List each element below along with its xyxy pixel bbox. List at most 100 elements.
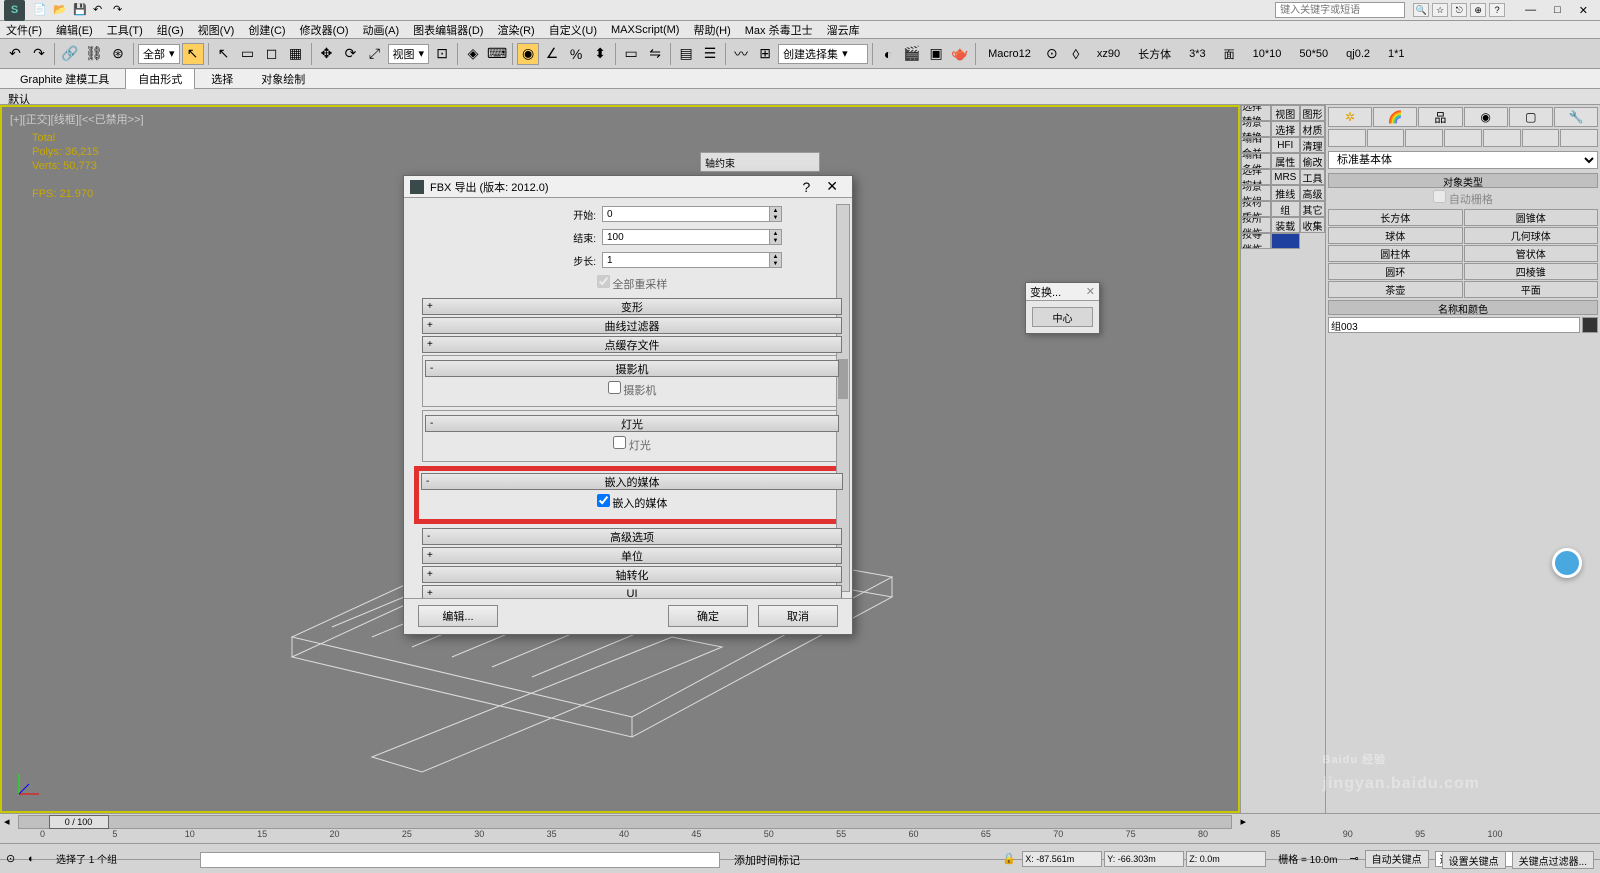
tab-selection[interactable]: 选择 (199, 69, 245, 89)
setkey-button[interactable]: 设置关键点 (1442, 851, 1506, 869)
sub-geometry-icon[interactable] (1328, 129, 1366, 147)
rect-select-icon[interactable]: ◻ (261, 43, 283, 65)
50x50-button[interactable]: 50*50 (1291, 44, 1336, 64)
time-slider[interactable]: ◂ 0 / 100 ▸ (0, 813, 1600, 829)
3x3-button[interactable]: 3*3 (1181, 44, 1214, 64)
edit-button[interactable]: 编辑... (418, 605, 498, 627)
sc2-btn[interactable]: 工具 (1300, 169, 1325, 185)
cmd-tab-motion[interactable]: ◉ (1464, 107, 1508, 127)
fav-icon[interactable]: ☆ (1432, 3, 1448, 17)
link-icon[interactable]: ⎋ (1451, 3, 1467, 17)
prim-sphere[interactable]: 球体 (1328, 227, 1463, 244)
undo-icon[interactable]: ↶ (4, 43, 26, 65)
menu-tools[interactable]: 工具(T) (107, 22, 143, 38)
open-icon[interactable]: 📂 (53, 3, 67, 17)
maxscript-listener[interactable] (200, 852, 720, 868)
roll-advanced[interactable]: -高级选项 (422, 528, 842, 545)
prim-plane[interactable]: 平面 (1464, 281, 1599, 298)
move-icon[interactable]: ✥ (316, 43, 338, 65)
sc-btn[interactable]: 装载 (1271, 217, 1301, 233)
rotate-icon[interactable]: ⟳ (340, 43, 362, 65)
sc2-btn[interactable]: 收集 (1300, 217, 1325, 233)
pivot-icon[interactable]: ⊡ (431, 43, 453, 65)
sub-helpers-icon[interactable] (1483, 129, 1521, 147)
sc-btn[interactable]: 按材质炸 (1241, 201, 1271, 217)
sc-btn[interactable]: 按所伴炸 (1241, 217, 1271, 233)
sc-btn[interactable]: 选择按材 (1241, 169, 1271, 185)
prim-geosphere[interactable]: 几何球体 (1464, 227, 1599, 244)
xz90-button[interactable]: xz90 (1089, 44, 1128, 64)
sc-btn[interactable]: 塌陷多维 (1241, 153, 1271, 169)
search-icon[interactable]: 🔍 (1413, 3, 1429, 17)
object-name-input[interactable] (1328, 317, 1580, 333)
cameras-check[interactable] (608, 381, 621, 394)
undo-icon[interactable]: ↶ (93, 3, 107, 17)
spin-up-icon[interactable]: ▲ (769, 253, 781, 260)
help-icon[interactable]: ? (1489, 3, 1505, 17)
sub-lights-icon[interactable] (1405, 129, 1443, 147)
tab-freeform[interactable]: 自由形式 (125, 68, 195, 89)
sc2-btn[interactable]: 高级 (1300, 185, 1325, 201)
sc2-btn[interactable]: 图形 (1300, 105, 1325, 121)
sc-btn[interactable]: MRS (1271, 169, 1301, 185)
cmd-tab-utilities[interactable]: 🔧 (1554, 107, 1598, 127)
sc-btn[interactable]: HFI (1271, 137, 1301, 153)
macro-button[interactable]: Macro12 (980, 44, 1039, 64)
close-button[interactable]: ✕ (1579, 4, 1588, 17)
color-swatch[interactable] (1582, 317, 1598, 333)
10x10-button[interactable]: 10*10 (1245, 44, 1290, 64)
bind-icon[interactable]: ⊛ (107, 43, 129, 65)
sc2-btn[interactable]: 其它 (1300, 201, 1325, 217)
roll-axis[interactable]: +轴转化 (422, 566, 842, 583)
minimize-button[interactable]: — (1525, 4, 1536, 17)
sub-shapes-icon[interactable] (1367, 129, 1405, 147)
tab-paint[interactable]: 对象绘制 (249, 69, 317, 89)
menu-antivirus[interactable]: Max 杀毒卫士 (745, 22, 813, 38)
prim-cylinder[interactable]: 圆柱体 (1328, 245, 1463, 262)
material-icon[interactable]: ◐ (877, 43, 899, 65)
roll-curve-filters[interactable]: +曲线过滤器 (422, 317, 842, 334)
help-search-input[interactable] (1275, 2, 1405, 18)
layers-icon[interactable]: ☰ (699, 43, 721, 65)
floating-action-button[interactable] (1552, 548, 1582, 578)
select-name-icon[interactable]: ▭ (237, 43, 259, 65)
step-input[interactable] (603, 253, 769, 267)
sub-cameras-icon[interactable] (1444, 129, 1482, 147)
render-icon[interactable]: 🫖 (949, 43, 971, 65)
coord-x[interactable]: X: -87.561m (1022, 851, 1102, 867)
render-setup-icon[interactable]: 🎬 (901, 43, 923, 65)
help-icon[interactable]: ? (794, 179, 818, 195)
cmd-tab-hierarchy[interactable]: 品 (1418, 107, 1462, 127)
named-sel-icon[interactable]: ▭ (620, 43, 642, 65)
render-frame-icon[interactable]: ▣ (925, 43, 947, 65)
sc-btn[interactable]: 选择转换 (1241, 105, 1271, 121)
sc-btn[interactable]: 视图 (1271, 105, 1301, 121)
save-icon[interactable]: 💾 (73, 3, 87, 17)
prim-tube[interactable]: 管状体 (1464, 245, 1599, 262)
autokey-button[interactable]: 自动关键点 (1365, 850, 1429, 868)
named-selection-combo[interactable]: 创建选择集 ▾ (778, 44, 868, 64)
spin-up-icon[interactable]: ▲ (769, 207, 781, 214)
spin-up-icon[interactable]: ▲ (769, 230, 781, 237)
roll-point-cache[interactable]: +点缓存文件 (422, 336, 842, 353)
menu-edit[interactable]: 编辑(E) (56, 22, 93, 38)
sc-btn[interactable]: 组 (1271, 201, 1301, 217)
cmd-tab-modify[interactable]: 🌈 (1373, 107, 1417, 127)
window-cross-icon[interactable]: ▦ (285, 43, 307, 65)
sc-btn[interactable]: 推线 (1271, 185, 1301, 201)
scale-icon[interactable]: ⤢ (364, 43, 386, 65)
close-icon[interactable]: ✕ (1086, 285, 1095, 298)
tab-graphite[interactable]: Graphite 建模工具 (8, 69, 121, 89)
menu-file[interactable]: 文件(F) (6, 22, 42, 38)
sc-btn[interactable] (1271, 233, 1301, 249)
roll-lights[interactable]: -灯光 (425, 415, 839, 432)
primitive-type-combo[interactable]: 标准基本体 (1328, 151, 1598, 169)
spinner-snap-icon[interactable]: ⬍ (589, 43, 611, 65)
sc-btn[interactable]: 选择 (1271, 121, 1301, 137)
rollout-object-type[interactable]: 对象类型 (1328, 173, 1598, 188)
time-handle[interactable]: 0 / 100 (49, 815, 109, 829)
manipulate-icon[interactable]: ◈ (462, 43, 484, 65)
roll-deformations[interactable]: +变形 (422, 298, 842, 315)
roll-cameras[interactable]: -摄影机 (425, 360, 839, 377)
keyfilter-button[interactable]: 关键点过滤器... (1512, 851, 1594, 869)
